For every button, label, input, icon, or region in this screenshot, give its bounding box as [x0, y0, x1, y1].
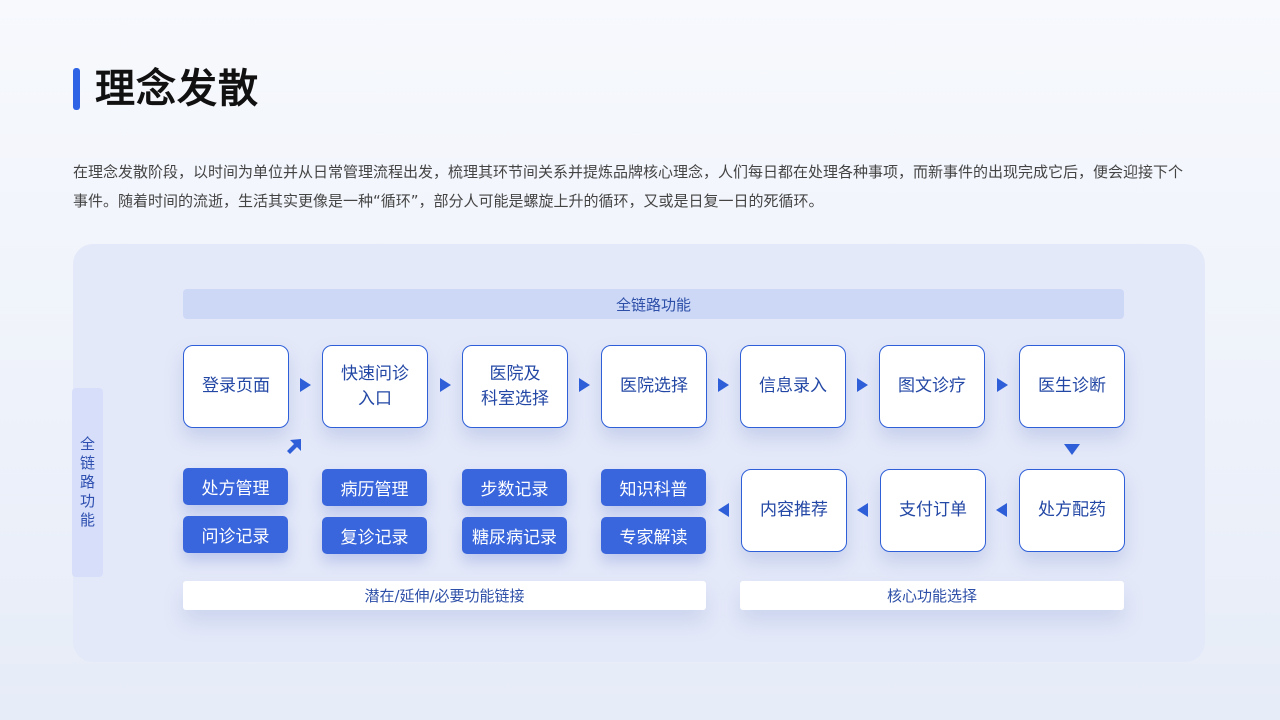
node-payment-order: 支付订单	[880, 469, 986, 552]
arrow-left-icon	[857, 503, 868, 517]
node-hospital-select: 医院选择	[601, 345, 707, 428]
arrow-right-icon	[579, 378, 590, 392]
node-content-recommend: 内容推荐	[741, 469, 847, 552]
page-title: 理念发散	[95, 66, 259, 112]
chip-follow-up-records: 复诊记录	[322, 517, 427, 554]
arrow-right-icon	[857, 378, 868, 392]
page-description: 在理念发散阶段，以时间为单位并从日常管理流程出发，梳理其环节间关系并提炼品牌核心…	[73, 163, 1184, 210]
arrow-diagonal-icon	[287, 439, 301, 454]
node-doctor-diagnosis: 医生诊断	[1019, 345, 1125, 428]
side-label-text: 全链路功能	[79, 435, 95, 529]
arrow-right-icon	[718, 378, 729, 392]
chip-medical-records: 病历管理	[322, 469, 427, 506]
bottom-bar-core-functions: 核心功能选择	[740, 581, 1124, 610]
node-info-entry: 信息录入	[740, 345, 846, 428]
side-label: 全链路功能	[72, 388, 103, 577]
node-image-text-consult: 图文诊疗	[879, 345, 985, 428]
node-login-page: 登录页面	[183, 345, 289, 428]
node-prescription-dispense: 处方配药	[1019, 469, 1125, 552]
chip-expert-interpretation: 专家解读	[601, 517, 706, 554]
chip-diabetes-records: 糖尿病记录	[462, 517, 567, 554]
title-accent-bar	[73, 68, 80, 110]
node-hospital-department-select: 医院及 科室选择	[462, 345, 568, 428]
full-chain-bar: 全链路功能	[183, 289, 1124, 319]
chip-knowledge-science: 知识科普	[601, 469, 706, 506]
chip-consult-records: 问诊记录	[183, 516, 288, 553]
chip-step-records: 步数记录	[462, 469, 567, 506]
arrow-right-icon	[997, 378, 1008, 392]
arrow-down-icon	[1064, 444, 1080, 455]
node-quick-consult-entry: 快速问诊 入口	[322, 345, 428, 428]
bottom-bar-extended-links: 潜在/延伸/必要功能链接	[183, 581, 706, 610]
arrow-left-icon	[996, 503, 1007, 517]
arrow-right-icon	[300, 378, 311, 392]
arrow-left-icon	[718, 503, 729, 517]
arrow-right-icon	[440, 378, 451, 392]
chip-prescription-management: 处方管理	[183, 468, 288, 505]
